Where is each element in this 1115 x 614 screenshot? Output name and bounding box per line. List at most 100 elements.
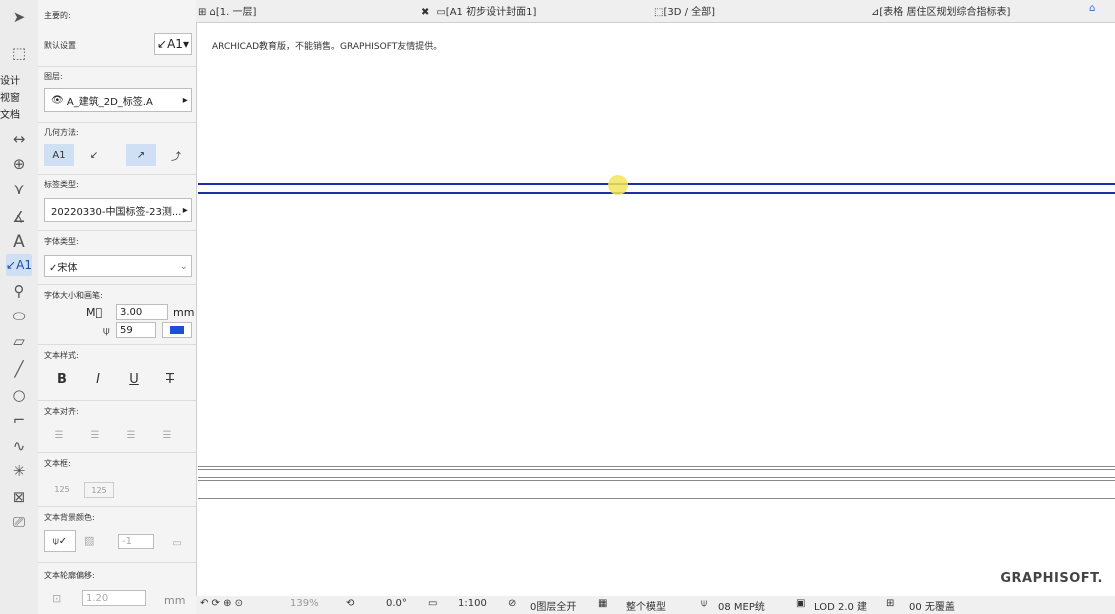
- tab-3d[interactable]: ⬚[3D / 全部]: [654, 3, 715, 18]
- pen-icon: ⍦: [103, 324, 110, 337]
- label-type-dropdown[interactable]: 20220330-中国标签-23测... ▸: [44, 198, 192, 222]
- section-label-type: 标签类型: 20220330-中国标签-23测... ▸: [38, 174, 196, 231]
- font-size-icon: M⃞: [86, 306, 103, 319]
- bold-button[interactable]: B: [50, 368, 74, 390]
- fill-icon[interactable]: ⬭: [6, 305, 32, 327]
- scale-icon[interactable]: ▭: [428, 598, 437, 609]
- lod-value[interactable]: LOD 2.0 建: [814, 598, 867, 613]
- tab-layout[interactable]: ✖ ▭[A1 初步设计封面1]: [421, 3, 536, 18]
- level-dimension-icon[interactable]: ⊕: [6, 153, 32, 175]
- section-bg-color: 文本背景颜色: ⍦✓ ▨ -1 ▭: [38, 506, 196, 563]
- section-outline-offset: 文本轮廓偏移: ⊡ 1.20 mm: [38, 562, 196, 614]
- home-icon[interactable]: ⌂: [1089, 3, 1095, 14]
- label-tool-text: A1: [16, 258, 32, 272]
- layer-dropdown[interactable]: 👁 A_建筑_2D_标签.A ▸: [44, 88, 192, 112]
- default-settings-button[interactable]: ↙ A1 ▾: [154, 33, 192, 55]
- geo-method-1-button[interactable]: A1: [44, 144, 74, 166]
- toolbox-tab-design[interactable]: 设计: [0, 72, 20, 87]
- rotate-icon[interactable]: ⟲: [346, 598, 354, 609]
- layers-value[interactable]: 0图层全开: [530, 598, 576, 613]
- strikethrough-button[interactable]: T: [158, 368, 182, 390]
- layer-label: 图层:: [44, 72, 63, 81]
- toolbox: ➤ ⬚ 设计 视窗 文档 ↔ ⊕ ⋎ ∡ A ↙ A1 ⚲ ⬭ ▱ ╱ ○ ⌐ ∿…: [0, 0, 39, 614]
- angle-value[interactable]: 0.0°: [386, 598, 407, 609]
- section-align: 文本对齐: ☰ ☰ ☰ ☰: [38, 400, 196, 453]
- model-view-icon[interactable]: ▦: [598, 598, 607, 609]
- align-left-icon[interactable]: ☰: [46, 424, 72, 446]
- section-geometry: 几何方法: A1 ↙ ↗ ⤴: [38, 122, 196, 175]
- polyline-icon[interactable]: ⌐: [6, 409, 32, 431]
- align-center-icon[interactable]: ☰: [82, 424, 108, 446]
- parallel-line-1: [198, 466, 1115, 467]
- align-label: 文本对齐:: [44, 407, 79, 416]
- tab-floor-label: [1. 一层]: [215, 7, 257, 18]
- bg-swatch-icon[interactable]: ▭: [166, 532, 188, 554]
- circle-icon[interactable]: ○: [6, 384, 32, 406]
- slope-dimension-icon[interactable]: ∡: [6, 206, 32, 228]
- geo-method-3-button[interactable]: ↗: [126, 144, 156, 166]
- wall-line-bottom: [198, 192, 1115, 194]
- toolbox-tab-document[interactable]: 文档: [0, 106, 20, 121]
- tab-schedule[interactable]: ⊿[表格 居住区规划综合指标表]: [871, 3, 1010, 18]
- bg-toggle-button[interactable]: ⍦✓: [44, 530, 76, 552]
- font-size-input[interactable]: 3.00: [116, 304, 168, 320]
- zone-icon[interactable]: ▱: [6, 330, 32, 352]
- layer-value: A_建筑_2D_标签.A: [66, 96, 153, 108]
- bg-color-label: 文本背景颜色:: [44, 513, 95, 522]
- tab-schedule-label: [表格 居住区规划综合指标表]: [879, 7, 1011, 18]
- close-icon[interactable]: ✖: [421, 7, 436, 18]
- drawing-icon[interactable]: ⎚: [6, 511, 32, 533]
- frame-on-button[interactable]: 125: [84, 482, 114, 498]
- arrow-select-icon[interactable]: ➤: [6, 6, 32, 28]
- tab-floor-plan[interactable]: ⊞ ⌂[1. 一层]: [198, 3, 256, 18]
- geometry-label: 几何方法:: [44, 128, 79, 137]
- lod-icon[interactable]: ▣: [796, 598, 805, 609]
- geo-method-2-button[interactable]: ↙: [80, 144, 108, 166]
- offset-value: 1.20: [86, 592, 109, 604]
- renovation-value[interactable]: 00 无覆盖: [909, 598, 955, 613]
- default-settings-label: 默认设置: [44, 41, 76, 50]
- model-value[interactable]: 整个模型: [626, 598, 666, 613]
- font-dropdown[interactable]: ✓宋体 ⌄: [44, 255, 192, 277]
- main-label: 主要的:: [44, 11, 71, 20]
- renovation-icon[interactable]: ⊞: [886, 598, 894, 609]
- geo-method-4-button[interactable]: ⤴: [162, 144, 190, 166]
- bg-pen-input[interactable]: -1: [118, 534, 154, 549]
- offset-input[interactable]: 1.20: [82, 590, 146, 606]
- align-justify-icon[interactable]: ☰: [154, 424, 180, 446]
- hotspot-icon[interactable]: ✳: [6, 460, 32, 482]
- text-icon[interactable]: A: [6, 231, 32, 253]
- scale-value[interactable]: 1:100: [458, 598, 487, 609]
- dimension-icon[interactable]: ↔: [6, 128, 32, 150]
- pen-input[interactable]: 59: [116, 322, 156, 338]
- layers-icon[interactable]: ⊘: [508, 598, 516, 609]
- parallel-line-5: [198, 498, 1115, 499]
- align-right-icon[interactable]: ☰: [118, 424, 144, 446]
- label-icon[interactable]: ↙ A1: [6, 254, 32, 276]
- graphisoft-logo: GRAPHISOFT.: [1000, 571, 1103, 586]
- mep-value[interactable]: 08 MEP统: [718, 598, 765, 613]
- geo-method-1-text: A1: [52, 149, 66, 161]
- underline-button[interactable]: U: [122, 368, 146, 390]
- line-icon[interactable]: ╱: [6, 358, 32, 380]
- watermark-text: ARCHICAD教育版，不能销售。GRAPHISOFT友情提供。: [212, 42, 443, 52]
- spline-icon[interactable]: ∿: [6, 435, 32, 457]
- italic-button[interactable]: I: [86, 368, 110, 390]
- zoom-value[interactable]: 139%: [290, 598, 319, 609]
- frame-off-button[interactable]: 125: [48, 478, 76, 500]
- info-box: 主要的: 默认设置 ↙ A1 ▾ 图层: 👁 A_建筑_2D_标签.A ▸ 几何方法:…: [38, 0, 197, 614]
- angle-dimension-icon[interactable]: ⋎: [6, 178, 32, 200]
- pen-color-swatch[interactable]: [162, 322, 192, 338]
- parallel-line-3: [198, 477, 1115, 478]
- radial-dimension-icon[interactable]: ⚲: [6, 280, 32, 302]
- layout-icon: ▭: [436, 7, 446, 18]
- tab-3d-label: [3D / 全部]: [663, 7, 716, 18]
- status-bar: ↶ ⟳ ⊕ ⊙ 139% ⟲ 0.0° ▭ 1:100 ⊘ 0图层全开 ▦ 整个…: [196, 596, 1115, 614]
- figure-icon[interactable]: ⊠: [6, 486, 32, 508]
- drawing-canvas[interactable]: ARCHICAD教育版，不能销售。GRAPHISOFT友情提供。 GRAPHIS…: [198, 23, 1115, 591]
- toolbox-tab-view[interactable]: 视窗: [0, 89, 20, 104]
- marquee-icon[interactable]: ⬚: [6, 42, 32, 64]
- zoom-controls-icon[interactable]: ↶ ⟳ ⊕ ⊙: [200, 598, 243, 609]
- pen-set-icon[interactable]: ⍦: [701, 598, 707, 609]
- pen-value: 59: [120, 324, 133, 336]
